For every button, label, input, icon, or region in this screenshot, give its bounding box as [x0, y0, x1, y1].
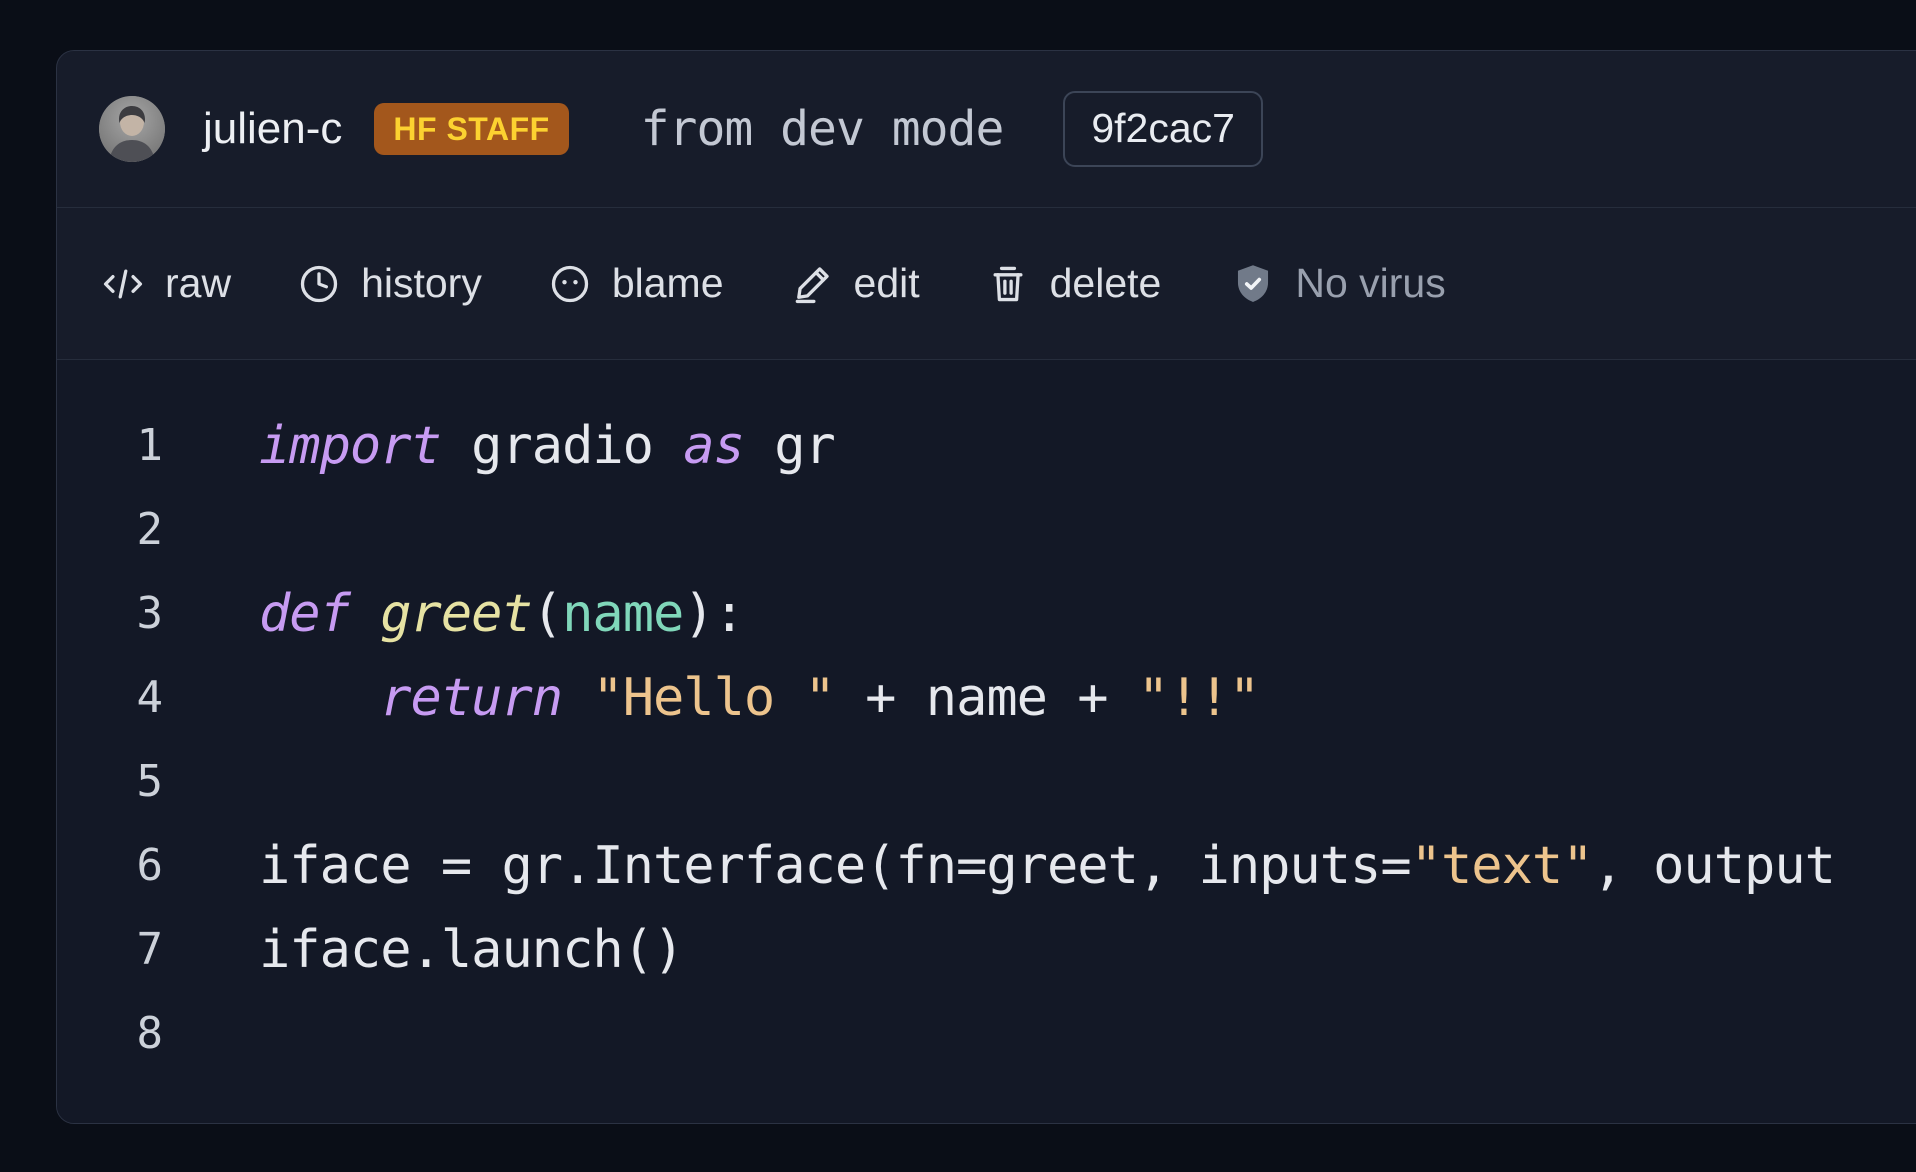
delete-button[interactable]: delete [986, 260, 1162, 307]
code-line: 7 iface.launch() [57, 908, 1916, 992]
line-number[interactable]: 1 [57, 404, 163, 488]
avatar-image [99, 96, 165, 162]
code-body: 1 import gradio as gr 23 def greet(name):4 … [57, 404, 1916, 1076]
username[interactable]: julien-c [203, 104, 342, 154]
line-content: import gradio as gr [259, 404, 835, 488]
history-label: history [361, 260, 482, 307]
blame-button[interactable]: blame [548, 260, 724, 307]
raw-label: raw [165, 260, 231, 307]
pencil-icon [790, 262, 834, 306]
code-icon [101, 262, 145, 306]
trash-icon [986, 262, 1030, 306]
delete-label: delete [1050, 260, 1162, 307]
commit-message[interactable]: from dev mode [641, 101, 1004, 157]
code-line: 5 [57, 740, 1916, 824]
history-button[interactable]: history [297, 260, 482, 307]
code-line: 1 import gradio as gr [57, 404, 1916, 488]
line-number[interactable]: 8 [57, 992, 163, 1076]
commit-hash-button[interactable]: 9f2cac7 [1063, 91, 1263, 166]
commit-header: julien-c HF STAFF from dev mode 9f2cac7 [57, 51, 1916, 208]
file-toolbar: raw history blame edit [57, 208, 1916, 360]
line-number[interactable]: 5 [57, 740, 163, 824]
line-content: def greet(name): [259, 572, 744, 656]
line-number[interactable]: 2 [57, 488, 163, 572]
line-number[interactable]: 3 [57, 572, 163, 656]
code-line: 3 def greet(name): [57, 572, 1916, 656]
hf-staff-badge: HF STAFF [374, 103, 568, 155]
line-number[interactable]: 7 [57, 908, 163, 992]
code-viewer: 1 import gradio as gr 23 def greet(name):4 … [57, 360, 1916, 1123]
shield-check-icon [1231, 262, 1275, 306]
blame-label: blame [612, 260, 724, 307]
file-viewer-card: julien-c HF STAFF from dev mode 9f2cac7 … [56, 50, 1916, 1124]
virus-status-label: No virus [1295, 260, 1445, 307]
line-content: iface.launch() [259, 908, 683, 992]
virus-status: No virus [1231, 260, 1445, 307]
code-line: 6 iface = gr.Interface(fn=greet, inputs="… [57, 824, 1916, 908]
edit-button[interactable]: edit [790, 260, 920, 307]
line-content: return "Hello " + name + "!!" [259, 656, 1259, 740]
clock-icon [297, 262, 341, 306]
smiley-icon [548, 262, 592, 306]
code-line: 2 [57, 488, 1916, 572]
avatar[interactable] [99, 96, 165, 162]
line-number[interactable]: 6 [57, 824, 163, 908]
raw-button[interactable]: raw [101, 260, 231, 307]
code-line: 4 return "Hello " + name + "!!" [57, 656, 1916, 740]
line-number[interactable]: 4 [57, 656, 163, 740]
edit-label: edit [854, 260, 920, 307]
code-line: 8 [57, 992, 1916, 1076]
line-content: iface = gr.Interface(fn=greet, inputs="t… [259, 824, 1835, 908]
